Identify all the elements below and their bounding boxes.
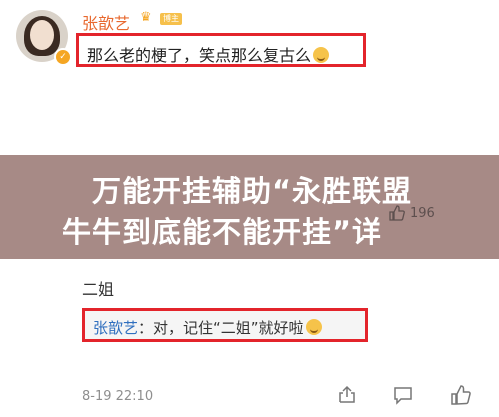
crown-icon: ♛ <box>140 10 152 25</box>
verified-badge-icon: ✓ <box>54 48 72 66</box>
overlay-title-line-1: 万能开挂辅助“永胜联盟 <box>92 174 413 208</box>
comment-text: 那么老的梗了，笑点那么复古么 <box>87 42 330 66</box>
comment-text-content: 那么老的梗了，笑点那么复古么 <box>87 46 312 65</box>
thumbs-up-icon[interactable] <box>389 205 405 221</box>
share-icon[interactable] <box>336 384 358 406</box>
reply-text: ：对，记住“二姐”就好啦 <box>138 319 304 337</box>
comment-highlight-box: 那么老的梗了，笑点那么复古么 <box>76 33 366 67</box>
thumbs-up-icon[interactable] <box>450 384 472 406</box>
reply-username[interactable]: 二姐 <box>82 276 114 300</box>
reply-highlight-box: 张歆艺：对，记住“二姐”就好啦 <box>82 308 368 342</box>
comment-username[interactable]: 张歆艺 <box>82 10 130 34</box>
member-badge: 博主 <box>160 13 182 25</box>
like-count: 196 <box>410 206 435 221</box>
overlay-title-line-2: 牛牛到底能不能开挂”详 <box>62 215 383 249</box>
avatar-face <box>30 20 54 50</box>
laugh-emoji-icon <box>313 47 330 63</box>
laugh-emoji-icon <box>305 319 322 335</box>
comment-icon[interactable] <box>392 384 414 406</box>
reply-author-link[interactable]: 张歆艺 <box>93 319 138 337</box>
post-timestamp: 8-19 22:10 <box>82 389 154 404</box>
reply-content: 张歆艺：对，记住“二姐”就好啦 <box>93 317 322 338</box>
